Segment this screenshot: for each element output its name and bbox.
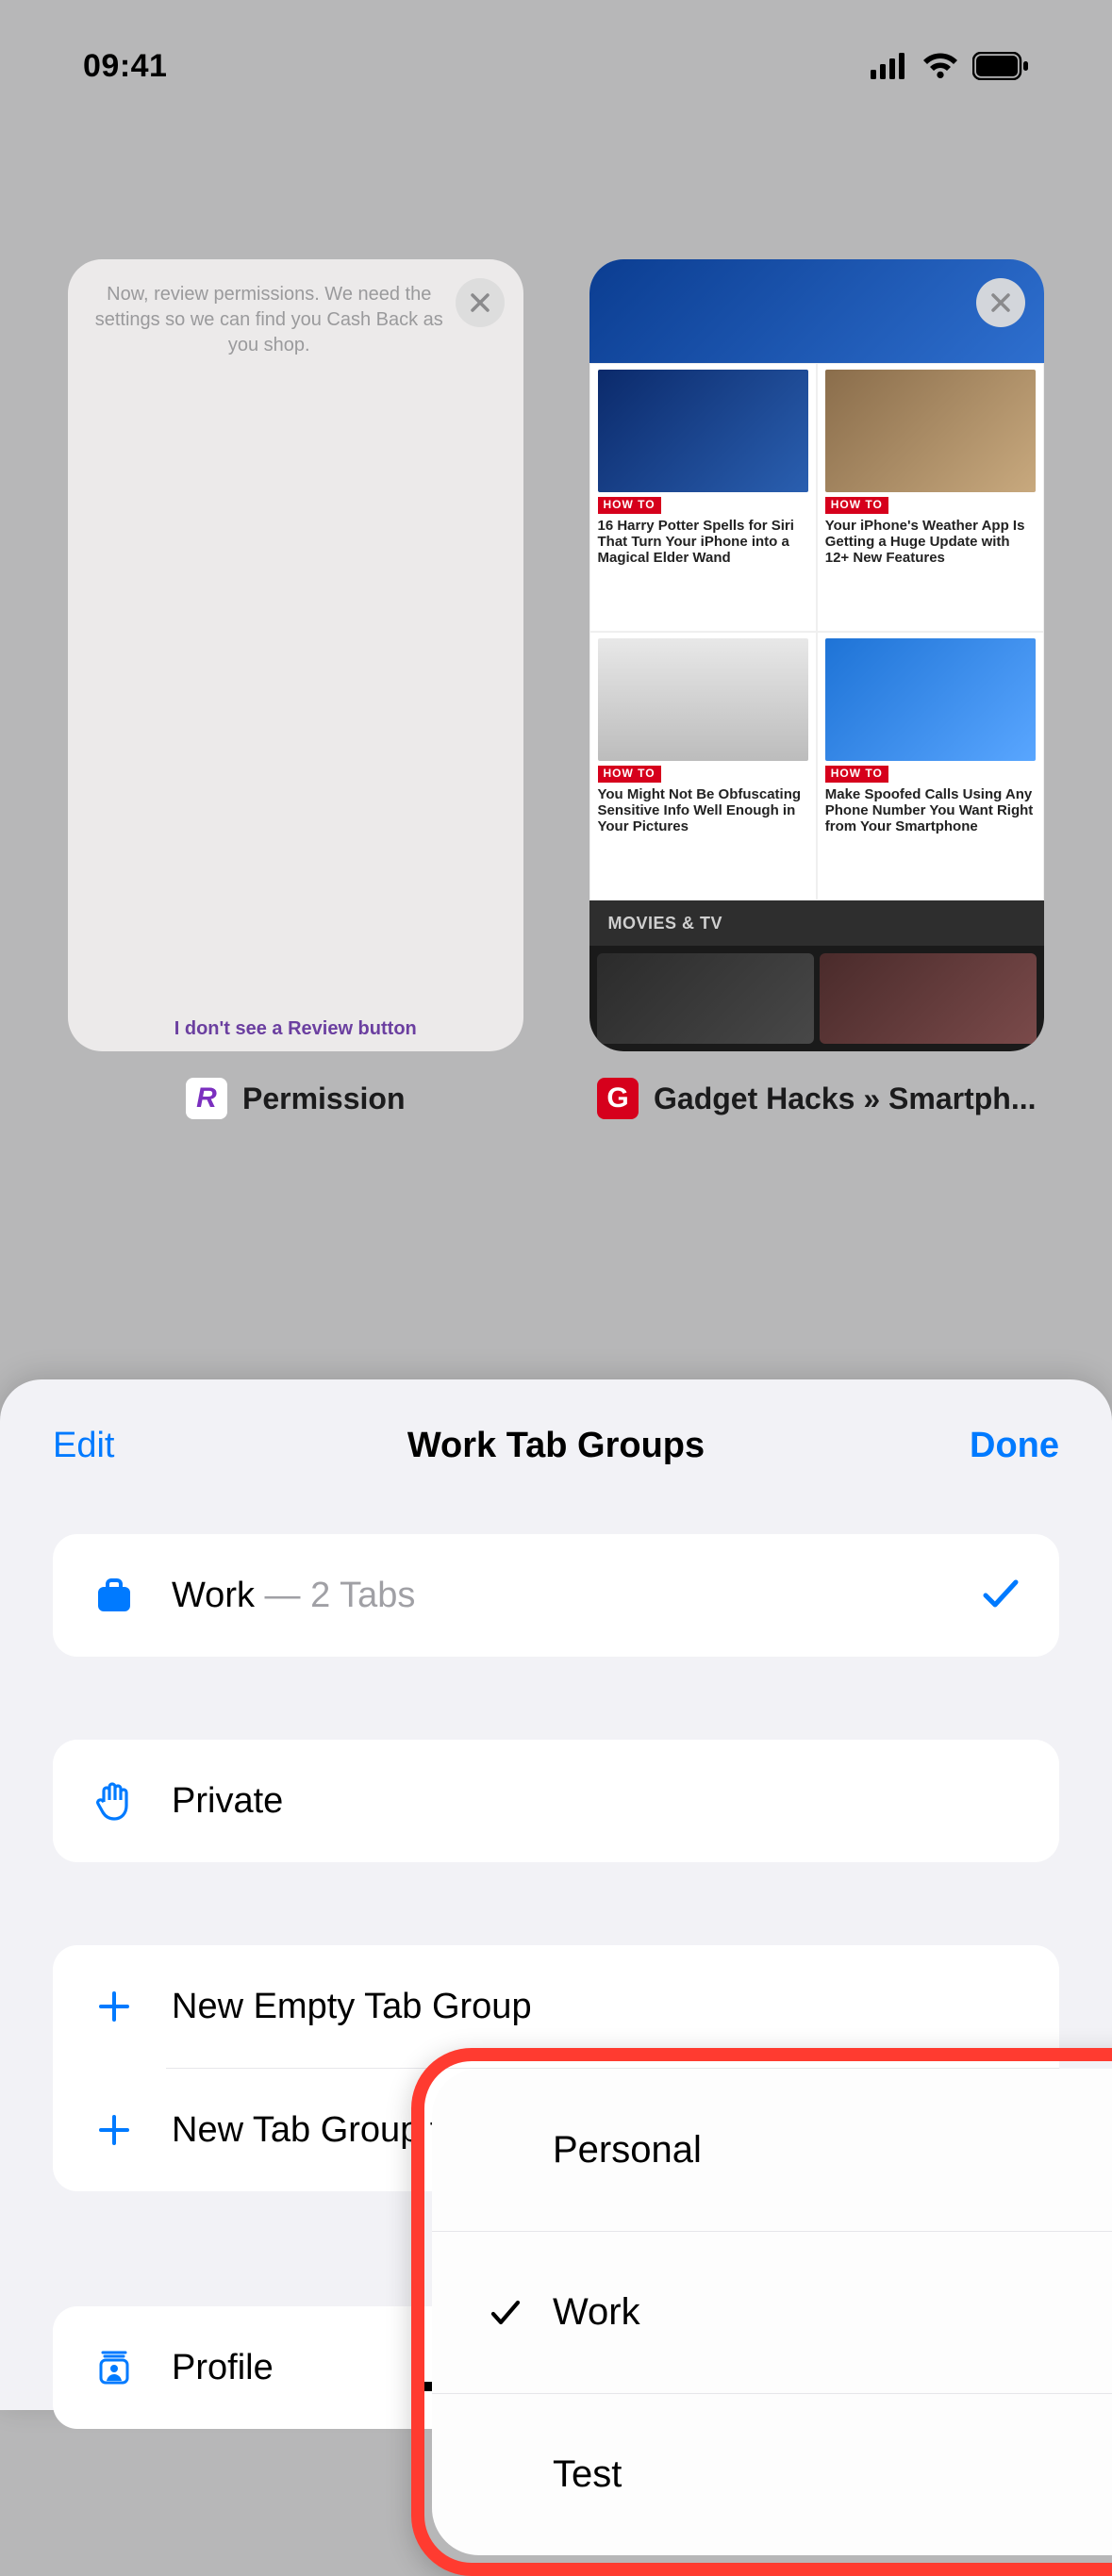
group-tab-count: — 2 Tabs: [255, 1576, 415, 1615]
status-time: 09:41: [83, 48, 167, 85]
close-icon: [469, 291, 491, 314]
profile-icon: [91, 2347, 138, 2388]
sheet-header: Edit Work Tab Groups Done: [0, 1379, 1112, 1511]
cellular-icon: [871, 53, 908, 79]
profile-select-menu: Personal Work Test: [432, 2069, 1112, 2555]
group-name: Private: [172, 1781, 283, 1822]
new-empty-tab-group-button[interactable]: New Empty Tab Group: [53, 1945, 1059, 2068]
checkmark-icon: [485, 2297, 526, 2329]
status-indicators: [871, 52, 1029, 80]
close-tab-button[interactable]: [976, 278, 1025, 327]
close-icon: [989, 291, 1012, 314]
checkmark-icon: [980, 1573, 1021, 1619]
tab1-snippet: Now, review permissions. We need the set…: [91, 282, 448, 358]
tab-title: Gadget Hacks » Smartph...: [654, 1082, 1036, 1116]
close-tab-button[interactable]: [456, 278, 505, 327]
hand-icon: [91, 1779, 138, 1823]
plus-icon: [91, 1990, 138, 2023]
option-label: Test: [553, 2453, 622, 2496]
profile-option-work[interactable]: Work: [432, 2231, 1112, 2393]
briefcase-icon: [91, 1576, 138, 1615]
tab-card-gadgethacks[interactable]: HOW TO 16 Harry Potter Spells for Siri T…: [589, 259, 1045, 1119]
article-cell: HOW TO Your iPhone's Weather App Is Gett…: [817, 363, 1044, 632]
tab1-footer-link: I don't see a Review button: [68, 1018, 523, 1040]
option-label: Work: [553, 2291, 640, 2334]
group-name: Work: [172, 1576, 255, 1615]
gadgethacks-favicon: G: [597, 1078, 639, 1119]
article-cell: HOW TO You Might Not Be Obfuscating Sens…: [589, 632, 817, 900]
article-cell: HOW TO 16 Harry Potter Spells for Siri T…: [589, 363, 817, 632]
profile-option-test[interactable]: Test: [432, 2393, 1112, 2555]
option-label: Personal: [553, 2129, 702, 2171]
sheet-title: Work Tab Groups: [407, 1426, 705, 1466]
rakuten-favicon: R: [186, 1078, 227, 1119]
tab-group-work[interactable]: Work — 2 Tabs: [53, 1534, 1059, 1657]
edit-button[interactable]: Edit: [53, 1426, 114, 1466]
section-header: MOVIES & TV: [589, 900, 1045, 946]
new-empty-label: New Empty Tab Group: [172, 1987, 532, 2027]
done-button[interactable]: Done: [970, 1426, 1059, 1466]
article-cell: HOW TO Make Spoofed Calls Using Any Phon…: [817, 632, 1044, 900]
tab-title: Permission: [242, 1082, 406, 1116]
tab-group-private[interactable]: Private: [53, 1740, 1059, 1862]
status-bar: 09:41: [0, 0, 1112, 132]
article-grid: HOW TO 16 Harry Potter Spells for Siri T…: [589, 363, 1045, 900]
battery-icon: [972, 52, 1029, 80]
profile-option-personal[interactable]: Personal: [432, 2069, 1112, 2231]
tab-overview: Now, review permissions. We need the set…: [68, 259, 1044, 1119]
tab-card-permission[interactable]: Now, review permissions. We need the set…: [68, 259, 523, 1119]
profile-label: Profile: [172, 2348, 274, 2388]
plus-icon: [91, 2113, 138, 2147]
wifi-icon: [921, 52, 959, 80]
